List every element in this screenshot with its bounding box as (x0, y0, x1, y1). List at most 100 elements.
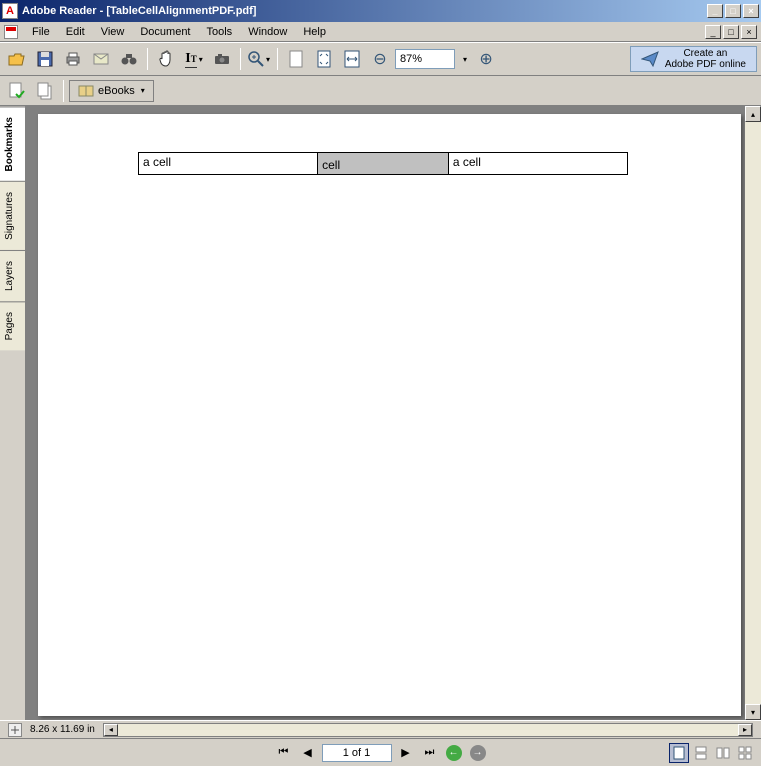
go-forward-button[interactable]: → (468, 743, 488, 763)
continuous-facing-view-button[interactable] (735, 743, 755, 763)
paper-plane-icon (641, 51, 659, 67)
fit-page-icon (317, 50, 331, 68)
zoom-in-icon (248, 51, 264, 67)
minimize-button[interactable]: _ (707, 4, 723, 18)
tab-layers[interactable]: Layers (0, 250, 25, 301)
scroll-left-button[interactable]: ◂ (104, 724, 118, 736)
print-button[interactable] (60, 46, 86, 72)
select-text-button[interactable]: IT▾ (181, 46, 207, 72)
pdf-page: a cell cell a cell (38, 114, 741, 716)
tab-bookmarks[interactable]: Bookmarks (0, 106, 25, 181)
facing-view-button[interactable] (713, 743, 733, 763)
review-button[interactable] (4, 78, 30, 104)
doc-check-icon (9, 82, 25, 100)
fit-width-button[interactable] (339, 46, 365, 72)
search-button[interactable] (116, 46, 142, 72)
snapshot-button[interactable] (209, 46, 235, 72)
prev-page-button[interactable]: ◀ (298, 743, 318, 763)
secondary-toolbar: eBooks ▾ (0, 76, 761, 106)
sample-table: a cell cell a cell (138, 152, 628, 175)
menu-view[interactable]: View (93, 24, 133, 40)
scroll-track[interactable] (118, 724, 738, 736)
document-viewport: a cell cell a cell ▴ ▾ (26, 106, 761, 720)
zoom-out-button[interactable]: ⊖ (367, 46, 393, 72)
tab-signatures[interactable]: Signatures (0, 181, 25, 250)
page-size-icon[interactable] (8, 723, 22, 737)
app-icon: A (2, 3, 18, 19)
menu-window[interactable]: Window (240, 24, 295, 40)
menubar: File Edit View Document Tools Window Hel… (0, 22, 761, 42)
zoom-in-button[interactable]: ▾ (246, 46, 272, 72)
zoom-dropdown[interactable]: ▾ (459, 55, 471, 64)
hand-icon (158, 50, 174, 68)
table-cell: a cell (139, 153, 318, 175)
copy-icon (37, 82, 53, 100)
go-back-button[interactable]: ← (444, 743, 464, 763)
doc-close-button[interactable]: × (741, 25, 757, 39)
actual-size-button[interactable] (283, 46, 309, 72)
horizontal-scrollbar[interactable]: ◂ ▸ (103, 723, 753, 737)
arrows-icon (9, 724, 21, 736)
hand-tool-button[interactable] (153, 46, 179, 72)
scroll-up-button[interactable]: ▴ (745, 106, 761, 122)
page-indicator-text: 1 of 1 (343, 747, 371, 759)
last-page-button[interactable]: ⏭ (420, 743, 440, 763)
open-button[interactable] (4, 46, 30, 72)
menu-file[interactable]: File (24, 24, 58, 40)
single-page-view-button[interactable] (669, 743, 689, 763)
continuous-view-button[interactable] (691, 743, 711, 763)
binoculars-icon (121, 52, 137, 66)
main-area: Bookmarks Signatures Layers Pages a cell… (0, 106, 761, 720)
back-circle-icon: ← (446, 745, 462, 761)
save-button[interactable] (32, 46, 58, 72)
separator (240, 48, 241, 70)
minus-circle-icon: ⊖ (373, 49, 386, 69)
first-page-button[interactable]: ⏮ (274, 743, 294, 763)
menu-document[interactable]: Document (132, 24, 198, 40)
page-indicator-input[interactable]: 1 of 1 (322, 744, 392, 762)
close-button[interactable]: × (743, 4, 759, 18)
copy-button[interactable] (32, 78, 58, 104)
zoom-in-plus-button[interactable]: ⊕ (473, 46, 499, 72)
facing-icon (716, 747, 730, 759)
doc-maximize-button[interactable]: □ (723, 25, 739, 39)
folder-open-icon (8, 52, 26, 66)
navigation-panel: Bookmarks Signatures Layers Pages (0, 106, 26, 720)
table-cell: a cell (448, 153, 627, 175)
menu-tools[interactable]: Tools (199, 24, 241, 40)
last-page-icon: ⏭ (425, 746, 435, 759)
tab-pages[interactable]: Pages (0, 301, 25, 350)
statusbar: 8.26 x 11.69 in ◂ ▸ (0, 720, 761, 738)
separator (277, 48, 278, 70)
adobe-online-line1: Create an (665, 48, 746, 59)
chevron-down-icon: ▾ (266, 55, 270, 64)
scroll-down-button[interactable]: ▾ (745, 704, 761, 720)
page-size-label: 8.26 x 11.69 in (30, 724, 95, 735)
zoom-value: 87% (400, 53, 422, 65)
fit-width-icon (343, 50, 361, 68)
ebook-icon (78, 84, 94, 98)
zoom-input[interactable]: 87% (395, 49, 455, 69)
doc-minimize-button[interactable]: _ (705, 25, 721, 39)
email-button[interactable] (88, 46, 114, 72)
vertical-scrollbar[interactable]: ▴ ▾ (745, 106, 761, 720)
floppy-icon (37, 51, 53, 67)
menu-edit[interactable]: Edit (58, 24, 93, 40)
scroll-right-button[interactable]: ▸ (738, 724, 752, 736)
next-icon: ▶ (401, 746, 409, 759)
page-icon (289, 50, 303, 68)
document-scroll-area[interactable]: a cell cell a cell (26, 106, 745, 720)
adobe-online-button[interactable]: Create an Adobe PDF online (630, 46, 757, 72)
menu-help[interactable]: Help (295, 24, 334, 40)
first-page-icon: ⏮ (279, 746, 289, 759)
printer-icon (65, 51, 81, 67)
separator (63, 80, 64, 102)
fit-page-button[interactable] (311, 46, 337, 72)
scroll-track[interactable] (745, 122, 761, 704)
titlebar: A Adobe Reader - [TableCellAlignmentPDF.… (0, 0, 761, 22)
next-page-button[interactable]: ▶ (396, 743, 416, 763)
cont-facing-icon (738, 746, 752, 760)
document-icon (4, 25, 18, 39)
ebooks-button[interactable]: eBooks ▾ (69, 80, 154, 102)
maximize-button[interactable]: □ (725, 4, 741, 18)
